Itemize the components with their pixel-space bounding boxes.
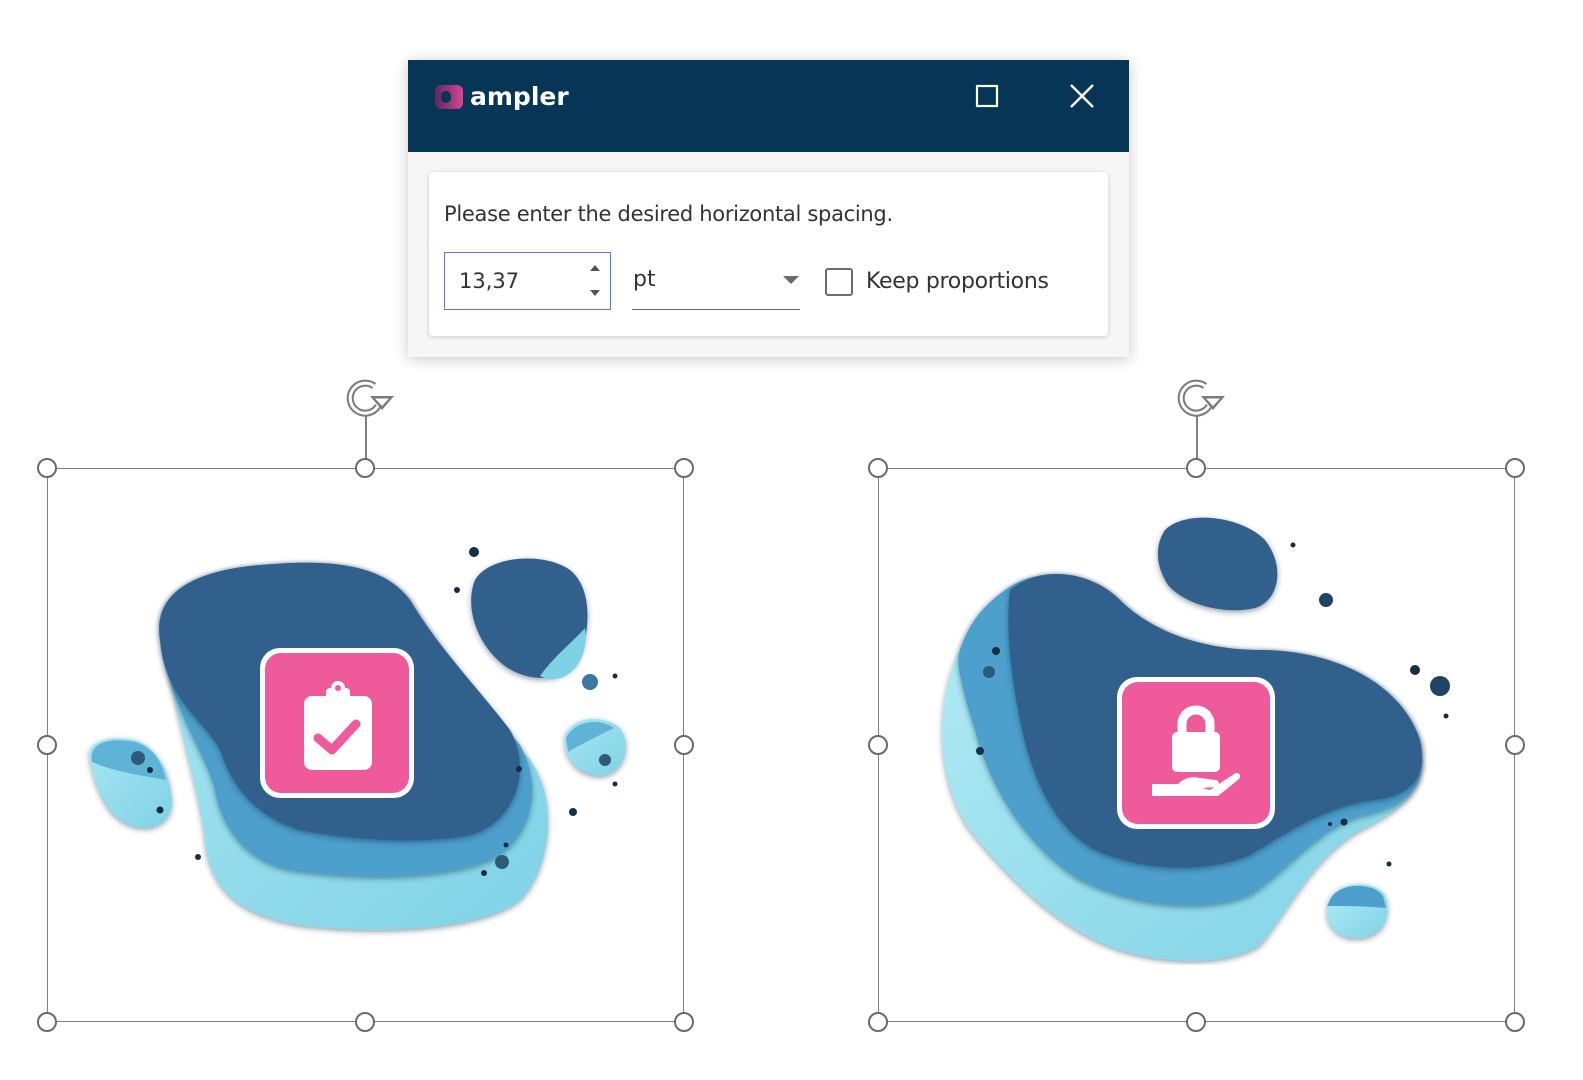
rotate-icon[interactable] [340, 374, 396, 422]
maximize-button[interactable] [963, 74, 1011, 118]
unit-selected-value: pt [633, 267, 656, 292]
resize-handle-top[interactable] [1186, 458, 1206, 478]
brand-name: ampler [470, 82, 569, 111]
resize-handle-bottom-left[interactable] [868, 1012, 888, 1032]
resize-handle-bottom[interactable] [355, 1012, 375, 1032]
close-icon [1070, 84, 1094, 108]
keep-proportions-checkbox[interactable] [825, 268, 853, 296]
resize-handle-top-left[interactable] [868, 458, 888, 478]
resize-handle-bottom-right[interactable] [674, 1012, 694, 1032]
resize-handle-right[interactable] [674, 735, 694, 755]
lock-hand-artwork [942, 517, 1450, 961]
resize-handle-left[interactable] [868, 735, 888, 755]
resize-handle-bottom-left[interactable] [37, 1012, 57, 1032]
maximize-icon [975, 84, 999, 108]
spacing-stepper[interactable] [444, 252, 611, 310]
dropdown-arrow-icon [783, 276, 799, 284]
resize-handle-top-left[interactable] [37, 458, 57, 478]
resize-handle-right[interactable] [1505, 735, 1525, 755]
unit-select[interactable]: pt [632, 254, 800, 310]
resize-handle-top-right[interactable] [674, 458, 694, 478]
spacing-prompt: Please enter the desired horizontal spac… [444, 202, 893, 226]
close-button[interactable] [1058, 74, 1106, 118]
selection-frame [47, 468, 684, 1022]
slide-canvas: ampler Please enter the desired horizont… [0, 0, 1583, 1080]
resize-handle-top[interactable] [355, 458, 375, 478]
keep-proportions-label[interactable]: Keep proportions [866, 269, 1049, 294]
resize-handle-bottom[interactable] [1186, 1012, 1206, 1032]
dialog-content-panel: Please enter the desired horizontal spac… [429, 172, 1108, 336]
spacing-dialog: ampler Please enter the desired horizont… [408, 60, 1129, 357]
chevron-down-icon [590, 290, 600, 296]
rotate-icon[interactable] [1171, 374, 1227, 422]
increment-button[interactable] [587, 261, 603, 275]
resize-handle-left[interactable] [37, 735, 57, 755]
ampler-logo: ampler [435, 82, 569, 111]
spacing-input[interactable] [445, 253, 575, 308]
lock-in-hand-icon [1152, 705, 1241, 796]
decrement-button[interactable] [587, 286, 603, 300]
ampler-logo-icon [435, 84, 463, 109]
selection-frame [878, 468, 1515, 1022]
resize-handle-top-right[interactable] [1505, 458, 1525, 478]
chevron-up-icon [590, 265, 600, 271]
dialog-titlebar[interactable]: ampler [408, 60, 1129, 152]
resize-handle-bottom-right[interactable] [1505, 1012, 1525, 1032]
